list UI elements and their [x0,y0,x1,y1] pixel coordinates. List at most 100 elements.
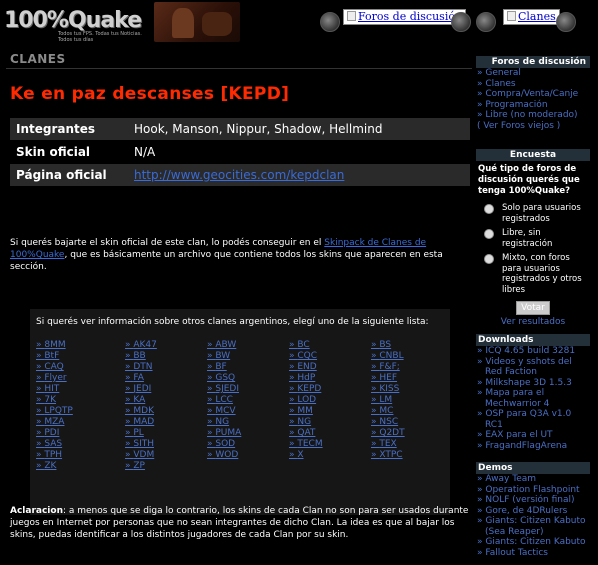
clan-link[interactable]: TPH [36,450,125,461]
download-link[interactable]: Red Faction [476,367,590,378]
clan-link[interactable]: LM [371,395,448,406]
clanes-nav-label: Clanes [518,10,556,23]
foro-link[interactable]: Libre (no moderado) [476,110,590,121]
clan-link[interactable]: CAQ [36,362,125,373]
download-link[interactable]: FragandFlagArena [476,441,590,452]
clan-link[interactable]: LOD [289,395,371,406]
poll-results-link[interactable]: Ver resultados [476,317,590,327]
clan-link[interactable]: SITH [125,439,207,450]
clan-link[interactable]: WOD [207,450,289,461]
clan-link[interactable]: GSQ [207,373,289,384]
clan-link[interactable]: BC [289,340,371,351]
clan-link[interactable]: XTPC [371,450,448,461]
demo-link[interactable]: Gore, de 4DRulers [476,506,590,517]
clan-link[interactable]: BF [207,362,289,373]
download-link[interactable]: Milkshape 3D 1.5.3 [476,378,590,389]
clan-link[interactable]: 7K [36,395,125,406]
clan-link[interactable]: HdP [289,373,371,384]
clan-link[interactable]: CNBL [371,351,448,362]
demo-link[interactable]: Giants: Citizen Kabuto [476,537,590,548]
clan-link[interactable]: ZK [36,461,125,472]
clan-link[interactable]: FA [125,373,207,384]
demo-link[interactable]: NOLF (versión final) [476,495,590,506]
clan-link[interactable]: CQC [289,351,371,362]
download-link[interactable]: OSP para Q3A v1.0 [476,409,590,420]
vote-button[interactable]: Votar [516,301,550,315]
clan-link[interactable]: MM [289,406,371,417]
clan-link[interactable]: SOD [207,439,289,450]
clan-link[interactable]: END [289,362,371,373]
download-link[interactable]: RC1 [476,420,590,431]
clan-link[interactable]: Q2DT [371,428,448,439]
demo-link[interactable]: Operation Flashpoint [476,485,590,496]
clan-link[interactable]: 8MM [36,340,125,351]
clan-link[interactable]: PUMA [207,428,289,439]
clan-link[interactable]: KA [125,395,207,406]
demo-link[interactable]: (Sea Reaper) [476,527,590,538]
clan-link[interactable]: ZP [125,461,207,472]
clan-link[interactable]: NG [207,417,289,428]
download-link[interactable]: EAX para el UT [476,430,590,441]
clanes-nav-button[interactable]: Clanes [503,9,560,25]
foro-link[interactable]: Compra/Venta/Canje [476,89,590,100]
clan-link[interactable]: TECM [289,439,371,450]
radio-button[interactable] [484,204,494,214]
poll-option[interactable]: Mixto, con foros para usuarios registrad… [476,253,590,295]
demo-link[interactable]: Fallout Tactics [476,548,590,559]
info-row-integrantes: Integrantes Hook, Manson, Nippur, Shadow… [10,118,470,140]
clan-link[interactable]: LCC [207,395,289,406]
radio-button[interactable] [484,254,494,264]
clan-link[interactable]: LPQTP [36,406,125,417]
clan-link[interactable]: NG [289,417,371,428]
download-link[interactable]: ICQ 4.65 build 3281 [476,346,590,357]
demo-link[interactable]: Giants: Citizen Kabuto [476,516,590,527]
clan-link[interactable]: TEX [371,439,448,450]
clan-link[interactable]: HIT [36,384,125,395]
clan-link[interactable]: AK47 [125,340,207,351]
clan-link[interactable]: QAT [289,428,371,439]
clan-link[interactable]: BS [371,340,448,351]
globe-icon[interactable] [556,12,576,32]
foro-link[interactable]: General [476,68,590,79]
clan-link[interactable]: BtF [36,351,125,362]
lock-icon[interactable] [476,12,496,32]
foro-link[interactable]: Clanes [476,79,590,90]
clan-link[interactable]: HEF [371,373,448,384]
clan-link[interactable]: MDK [125,406,207,417]
site-logo[interactable]: 100%Quake Todos tus FPS. Todas tus Notic… [4,2,240,43]
clan-link[interactable]: KISS [371,384,448,395]
ver-foros-viejos-link[interactable]: ( Ver Foros viejos ) [476,121,590,132]
clan-link[interactable]: VDM [125,450,207,461]
clan-link[interactable]: KEPD [289,384,371,395]
foros-nav-button[interactable]: Foros de discusión [343,9,467,25]
clan-link[interactable]: X [289,450,371,461]
poll-option[interactable]: Solo para usuarios registrados [476,203,590,224]
download-link[interactable]: Mapa para el [476,388,590,399]
section-label: CLANES [10,52,66,66]
clan-link[interactable]: F&F; [371,362,448,373]
demo-link[interactable]: Away Team [476,474,590,485]
clan-link[interactable]: DTN [125,362,207,373]
tools-icon[interactable] [451,12,471,32]
clan-link[interactable]: PDI [36,428,125,439]
clan-link[interactable]: MAD [125,417,207,428]
download-link[interactable]: Mechwarrior 4 [476,399,590,410]
clan-link[interactable]: MZA [36,417,125,428]
download-link[interactable]: Videos y sshots del [476,357,590,368]
clan-link[interactable]: SJEDI [207,384,289,395]
clan-link[interactable]: NSC [371,417,448,428]
clan-link[interactable]: MC [371,406,448,417]
clan-link[interactable]: BW [207,351,289,362]
official-page-link[interactable]: http://www.geocities.com/kepdclan [134,168,344,182]
clan-link[interactable]: PL [125,428,207,439]
clan-link[interactable]: MCV [207,406,289,417]
screen-icon[interactable] [320,12,340,32]
foro-link[interactable]: Programación [476,100,590,111]
clan-link[interactable]: JEDI [125,384,207,395]
clan-link[interactable]: SAS [36,439,125,450]
clan-link[interactable]: ABW [207,340,289,351]
clan-link[interactable]: Flyer [36,373,125,384]
clan-link[interactable]: BB [125,351,207,362]
radio-button[interactable] [484,229,494,239]
poll-option[interactable]: Libre, sin registración [476,228,590,249]
